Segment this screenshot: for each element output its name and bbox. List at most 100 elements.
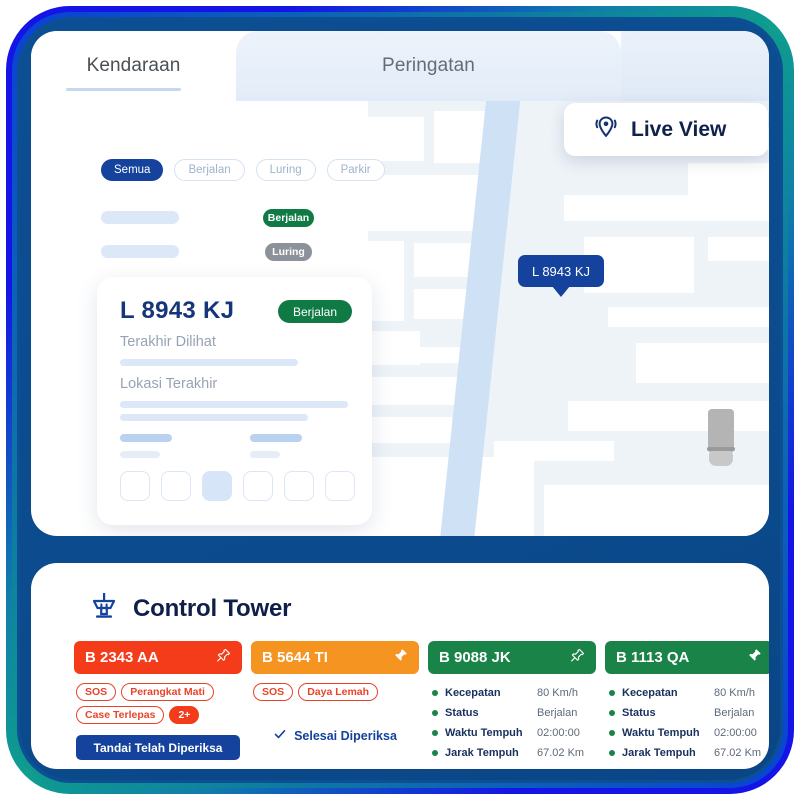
alert-card-header: B 2343 AA [74,641,242,674]
metric-value: Berjalan [714,707,755,719]
alert-card-list: B 2343 AA SOS Perangkat Mati Case Terlep… [74,641,769,763]
detail-label-last-seen: Terakhir Dilihat [120,334,216,350]
metric-value: 67.02 Km [714,747,762,759]
filter-chip-semua[interactable]: Semua [101,159,164,181]
tab-active-indicator [66,88,181,91]
filter-chip-parkir[interactable]: Parkir [326,159,385,181]
metric-row: Waktu Tempuh 02:00:00 [609,723,769,743]
alert-card[interactable]: B 5644 TI SOS Daya Lemah Selesai Diperik… [251,641,419,763]
tab-peringatan-label: Peringatan [382,55,475,76]
alert-tag-overflow[interactable]: 2+ [169,706,200,724]
idle-vehicle-marker [704,407,738,474]
metric-row: Waktu Tempuh 02:00:00 [432,723,592,743]
alert-tag-list: SOS Perangkat Mati Case Terlepas 2+ [74,683,242,724]
inspection-done-button[interactable]: Selesai Diperiksa [251,727,419,744]
alert-card[interactable]: B 1113 QA Kecepatan 80 Km/h Status Berjala… [605,641,769,763]
detail-value-placeholder [120,401,348,408]
metric-row: Jarak Tempuh 67.02 Km [609,743,769,763]
list-status-berjalan: Berjalan [263,209,314,227]
alert-card-plate: B 2343 AA [85,649,159,666]
bullet-icon [609,690,615,696]
metric-key: Waktu Tempuh [445,727,523,739]
tab-kendaraan[interactable]: Kendaraan [31,31,236,101]
detail-metric-placeholder [250,451,280,458]
alert-card-header: B 5644 TI [251,641,419,674]
alert-tag-list: SOS Daya Lemah [251,683,419,701]
metric-key: Status [445,707,479,719]
alert-card-header: B 1113 QA [605,641,769,674]
vehicle-detail-card[interactable]: L 8943 KJ Berjalan Terakhir Dilihat Loka… [97,277,372,525]
bullet-icon [432,710,438,716]
vehicle-metric-list: Kecepatan 80 Km/h Status Berjalan Waktu Te… [428,683,596,763]
pin-icon[interactable] [216,648,231,667]
vehicle-metric-list: Kecepatan 80 Km/h Status Berjalan Waktu Te… [605,683,769,763]
detail-action-2[interactable] [161,471,191,501]
map-block [544,485,769,536]
metric-key: Jarak Tempuh [622,747,696,759]
detail-status-badge: Berjalan [277,300,352,323]
control-tower-panel: Control Tower B 2343 AA SOS Perangkat Ma… [31,563,769,769]
filter-chip-label: Semua [114,164,151,176]
alert-card-plate: B 9088 JK [439,649,511,666]
metric-row: Kecepatan 80 Km/h [432,683,592,703]
metric-value: 80 Km/h [714,687,755,699]
tab-peringatan[interactable]: Peringatan [236,31,621,101]
detail-action-1[interactable] [120,471,150,501]
live-location-pin-icon [592,113,620,146]
pin-icon[interactable] [393,648,408,667]
list-row-placeholder [101,245,179,258]
metric-value: 02:00:00 [714,727,757,739]
bullet-icon [432,690,438,696]
metric-row: Jarak Tempuh 67.02 Km [432,743,592,763]
pin-icon[interactable] [570,648,585,667]
bullet-icon [432,730,438,736]
metric-value: 02:00:00 [537,727,580,739]
live-view-label: Live View [631,117,727,141]
filter-chip-label: Parkir [340,164,371,176]
detail-label-last-location: Lokasi Terakhir [120,376,218,392]
alert-card-plate: B 5644 TI [262,649,328,666]
metric-row: Status Berjalan [432,703,592,723]
metric-row: Status Berjalan [609,703,769,723]
metric-row: Kecepatan 80 Km/h [609,683,769,703]
tab-bar-filler [621,31,769,101]
alert-tag: Perangkat Mati [121,683,214,701]
control-tower-header: Control Tower [89,591,291,626]
map-block [564,195,769,221]
bullet-icon [432,750,438,756]
filter-chip-luring[interactable]: Luring [255,159,316,181]
vehicle-panel: Peringatan Kendaraan L 8943 KJ Semua Ber… [31,31,769,536]
map-vehicle-label-text: L 8943 KJ [531,263,591,279]
metric-key: Jarak Tempuh [445,747,519,759]
tab-kendaraan-label: Kendaraan [86,55,181,76]
alert-card[interactable]: B 2343 AA SOS Perangkat Mati Case Terlep… [74,641,242,763]
map-block [608,307,769,327]
alert-tag: Case Terlepas [76,706,165,724]
detail-action-3[interactable] [202,471,232,501]
map-block [494,441,614,461]
detail-action-4[interactable] [243,471,273,501]
mark-inspected-button[interactable]: Tandai Telah Diperiksa [76,735,240,760]
metric-key: Waktu Tempuh [622,727,700,739]
live-view-button[interactable]: Live View [564,103,768,156]
map-block [568,401,769,431]
detail-plate: L 8943 KJ [120,297,235,324]
detail-metric-placeholder [120,451,160,458]
live-map[interactable]: L 8943 KJ [368,101,769,536]
alert-card[interactable]: B 9088 JK Kecepatan 80 Km/h Status Berjala… [428,641,596,763]
map-vehicle-label-tail [552,286,570,297]
pin-icon[interactable] [747,648,762,667]
filter-chip-label: Berjalan [188,164,231,176]
alert-tag: SOS [253,683,294,701]
detail-metric-placeholder [120,434,172,442]
alert-tag: SOS [76,683,117,701]
map-vehicle-label[interactable]: L 8943 KJ [518,255,604,287]
detail-action-6[interactable] [325,471,355,501]
detail-action-5[interactable] [284,471,314,501]
metric-key: Status [622,707,656,719]
tab-bar: Peringatan Kendaraan [31,31,769,101]
map-block [368,417,452,443]
list-status-label: Berjalan [267,212,310,224]
map-block [368,175,480,231]
filter-chip-berjalan[interactable]: Berjalan [174,159,245,181]
